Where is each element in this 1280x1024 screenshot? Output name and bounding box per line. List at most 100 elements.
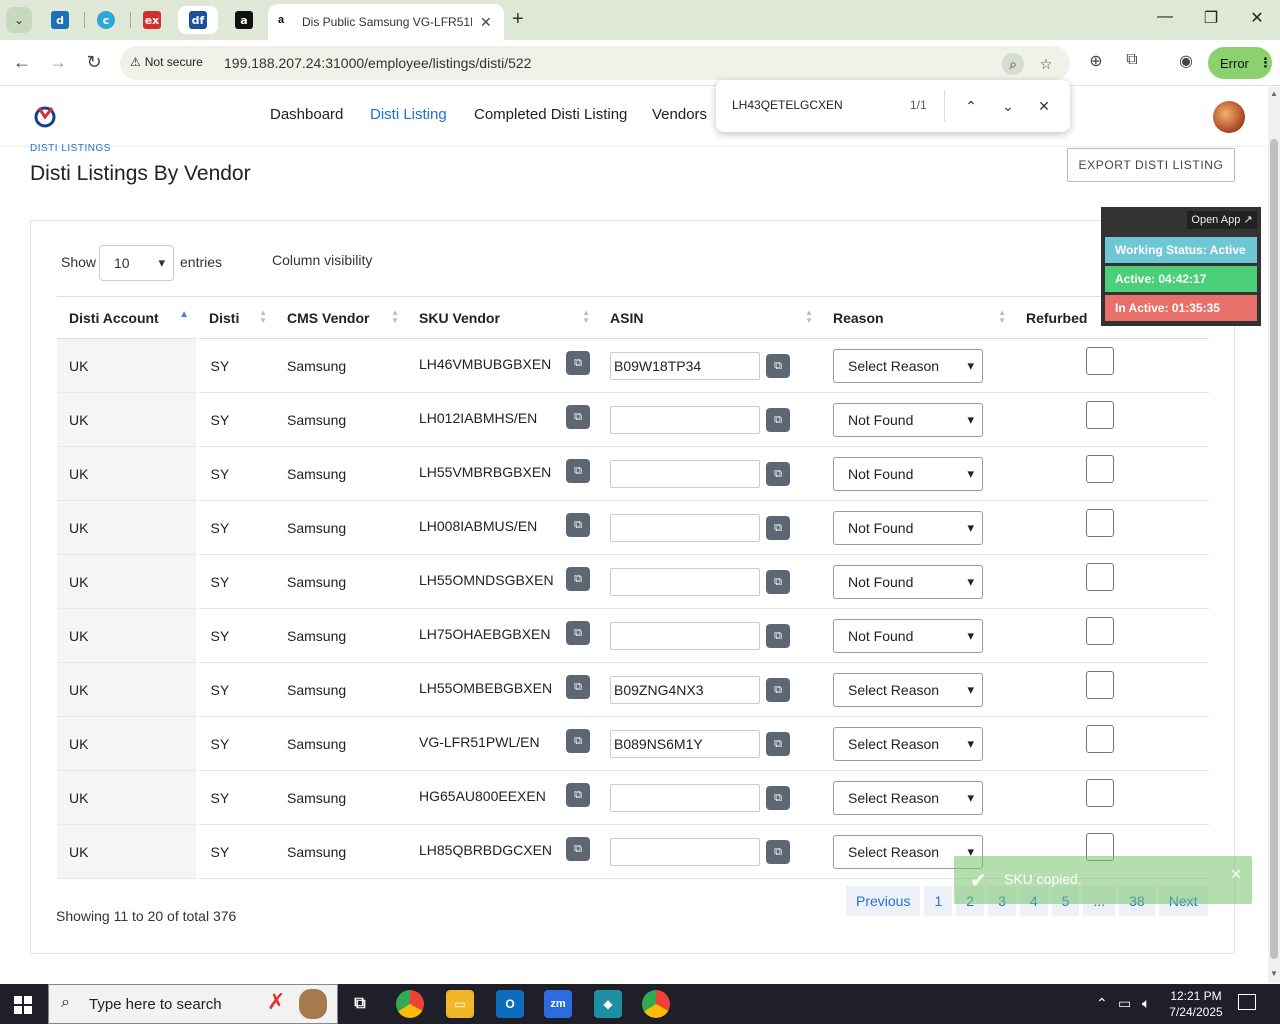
refurbed-checkbox[interactable] xyxy=(1086,670,1114,699)
find-query-input[interactable]: LH43QETELGCXEN xyxy=(732,98,843,112)
header-disti-account[interactable]: Disti Account ▲ xyxy=(57,296,197,339)
refurbed-checkbox[interactable] xyxy=(1086,562,1114,591)
refurbed-checkbox[interactable] xyxy=(1086,400,1114,429)
refurbed-checkbox[interactable] xyxy=(1086,778,1114,807)
browser-tab[interactable]: df xyxy=(178,6,218,34)
tray-chevron-icon[interactable]: ⌃ xyxy=(1096,995,1108,1012)
copy-sku-icon[interactable]: ⧉ xyxy=(566,675,590,699)
copy-asin-icon[interactable]: ⧉ xyxy=(766,569,790,594)
taskbar-search-box[interactable]: ⌕ Type here to search ✗ xyxy=(48,984,338,1024)
refurbed-checkbox[interactable] xyxy=(1086,454,1114,483)
copy-asin-icon[interactable]: ⧉ xyxy=(766,731,790,756)
toast-close-icon[interactable]: ✕ xyxy=(1230,866,1242,883)
header-cms-vendor[interactable]: CMS Vendor ▲ ▼ xyxy=(275,296,407,339)
reason-select[interactable]: Not Found xyxy=(833,564,983,599)
network-icon[interactable]: ▭ xyxy=(1118,995,1131,1012)
find-next-icon[interactable]: ⌄ xyxy=(996,94,1020,118)
header-disti[interactable]: Disti ▲ ▼ xyxy=(197,296,275,339)
nav-completed-disti-listing[interactable]: Completed Disti Listing xyxy=(474,106,627,123)
refurbed-checkbox[interactable] xyxy=(1086,724,1114,753)
reason-select[interactable]: Not Found xyxy=(833,618,983,653)
volume-icon[interactable]: 🔈︎ xyxy=(1142,995,1150,1012)
copy-sku-icon[interactable]: ⧉ xyxy=(566,513,590,537)
asin-input[interactable] xyxy=(610,513,760,542)
back-icon[interactable]: ← xyxy=(10,52,34,73)
page-button[interactable]: Previous xyxy=(846,886,921,916)
header-reason[interactable]: Reason ▲ ▼ xyxy=(821,296,1014,339)
breadcrumb[interactable]: DISTI LISTINGS xyxy=(30,143,111,151)
entries-select[interactable]: 10 xyxy=(99,245,174,281)
header-sku-vendor[interactable]: SKU Vendor ▲ ▼ xyxy=(407,296,598,339)
reason-select[interactable]: Select Reason xyxy=(833,780,983,815)
find-in-page-icon[interactable]: ⌕ xyxy=(1002,53,1024,75)
reason-select[interactable]: Not Found xyxy=(833,510,983,545)
asin-input[interactable] xyxy=(610,567,760,596)
taskbar-clock[interactable]: 12:21 PM 7/24/2025 xyxy=(1166,988,1226,1020)
company-logo[interactable] xyxy=(32,103,58,129)
nav-dashboard[interactable]: Dashboard xyxy=(270,106,343,123)
copy-sku-icon[interactable]: ⧉ xyxy=(566,351,590,375)
browser-tab[interactable]: c xyxy=(86,6,126,34)
page-button[interactable]: 1 xyxy=(924,886,953,916)
asin-input[interactable] xyxy=(610,405,760,434)
reason-select[interactable]: Select Reason xyxy=(833,726,983,761)
profile-icon[interactable]: ◉ xyxy=(1174,51,1198,75)
chrome-profile-icon[interactable] xyxy=(642,990,670,1018)
copy-sku-icon[interactable]: ⧉ xyxy=(566,729,590,753)
translate-icon[interactable]: ⊕ xyxy=(1084,51,1108,75)
copy-sku-icon[interactable]: ⧉ xyxy=(566,783,590,807)
task-view-icon[interactable]: ⧉ xyxy=(346,990,374,1018)
asin-input[interactable] xyxy=(610,621,760,650)
nav-disti-listing[interactable]: Disti Listing xyxy=(370,106,447,123)
copy-asin-icon[interactable]: ⧉ xyxy=(766,785,790,810)
copy-asin-icon[interactable]: ⧉ xyxy=(766,515,790,540)
notification-icon[interactable] xyxy=(1238,994,1256,1010)
active-browser-tab[interactable]: a Dis Public Samsung VG-LFR51P ✕ xyxy=(268,4,504,40)
bookmark-star-icon[interactable]: ☆ xyxy=(1035,53,1057,75)
copy-asin-icon[interactable]: ⧉ xyxy=(766,461,790,486)
extensions-icon[interactable]: ⧉ xyxy=(1120,51,1144,75)
browser-tab[interactable]: d xyxy=(40,6,80,34)
browser-tab[interactable]: ex xyxy=(132,6,172,34)
copy-asin-icon[interactable]: ⧉ xyxy=(766,839,790,864)
reason-select[interactable]: Not Found xyxy=(833,402,983,437)
security-indicator[interactable]: ⚠ Not secure xyxy=(130,55,203,69)
find-close-icon[interactable]: ✕ xyxy=(1032,94,1056,118)
refurbed-checkbox[interactable] xyxy=(1086,346,1114,375)
refurbed-checkbox[interactable] xyxy=(1086,508,1114,537)
asin-input[interactable] xyxy=(610,459,760,488)
restore-icon[interactable]: ❐ xyxy=(1196,8,1226,28)
header-asin[interactable]: ASIN ▲ ▼ xyxy=(598,296,821,339)
chrome-icon[interactable] xyxy=(396,990,424,1018)
copy-asin-icon[interactable]: ⧉ xyxy=(766,623,790,648)
export-disti-listing-button[interactable]: EXPORT DISTI LISTING xyxy=(1067,148,1235,182)
page-scrollbar[interactable]: ▲ ▼ xyxy=(1268,87,1280,983)
minimize-icon[interactable]: — xyxy=(1150,8,1180,26)
outlook-icon[interactable]: O xyxy=(496,990,524,1018)
copy-sku-icon[interactable]: ⧉ xyxy=(566,459,590,483)
reason-select[interactable]: Select Reason xyxy=(833,348,983,383)
copy-sku-icon[interactable]: ⧉ xyxy=(566,621,590,645)
error-button[interactable]: Error ⋮ xyxy=(1208,47,1272,79)
tab-search-dropdown-icon[interactable]: ⌄ xyxy=(6,7,32,33)
find-previous-icon[interactable]: ⌃ xyxy=(959,94,983,118)
open-app-button[interactable]: Open App ↗ xyxy=(1187,211,1257,229)
copy-sku-icon[interactable]: ⧉ xyxy=(566,567,590,591)
close-window-icon[interactable]: ✕ xyxy=(1242,8,1272,28)
column-visibility-button[interactable]: Column visibility xyxy=(272,252,372,268)
app-icon[interactable]: ◆ xyxy=(594,990,622,1018)
browser-tab[interactable]: a xyxy=(224,6,264,34)
reload-icon[interactable]: ↻ xyxy=(82,52,106,73)
asin-input[interactable]: B09ZNG4NX3 xyxy=(610,675,760,704)
new-tab-icon[interactable]: + xyxy=(512,8,524,31)
asin-input[interactable]: B09W18TP34 xyxy=(610,351,760,380)
forward-icon[interactable]: → xyxy=(46,52,70,73)
copy-sku-icon[interactable]: ⧉ xyxy=(566,837,590,861)
nav-vendors[interactable]: Vendors xyxy=(652,106,707,123)
reason-select[interactable]: Select Reason xyxy=(833,672,983,707)
zoom-icon[interactable]: zm xyxy=(544,990,572,1018)
user-avatar[interactable] xyxy=(1213,101,1245,133)
file-explorer-icon[interactable]: ▭ xyxy=(446,990,474,1018)
asin-input[interactable] xyxy=(610,837,760,866)
address-bar[interactable]: ⚠ Not secure 199.188.207.24:31000/employ… xyxy=(120,46,1070,80)
